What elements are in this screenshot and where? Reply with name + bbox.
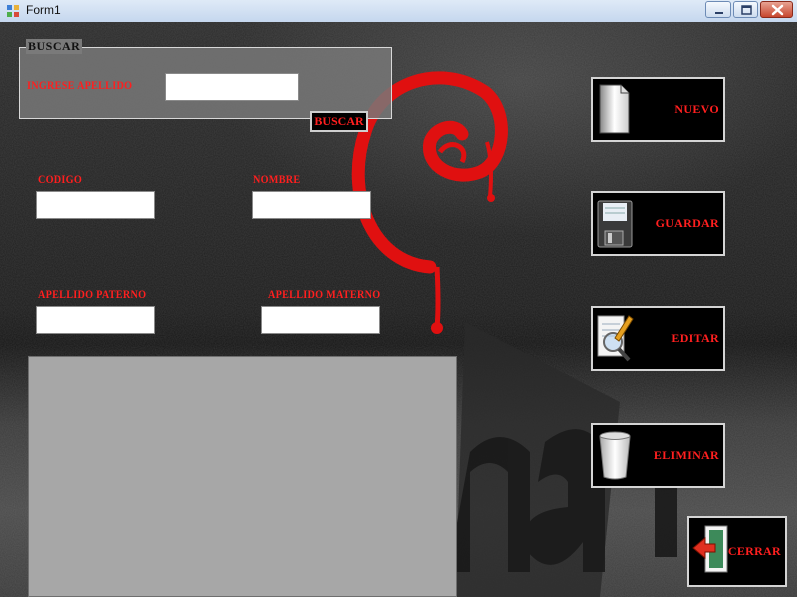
window-title: Form1 xyxy=(26,3,61,17)
search-input[interactable] xyxy=(165,73,299,101)
search-label: INGRESE APELLIDO xyxy=(27,78,133,92)
apellido-materno-label: APELLIDO MATERNO xyxy=(268,287,381,301)
form-client-area: BUSCAR INGRESE APELLIDO BUSCAR CODIGO NO… xyxy=(0,22,797,597)
editar-button[interactable]: EDITAR xyxy=(591,306,725,371)
search-groupbox: BUSCAR INGRESE APELLIDO xyxy=(19,39,392,119)
apellido-paterno-label: APELLIDO PATERNO xyxy=(38,287,147,301)
nuevo-button[interactable]: NUEVO xyxy=(591,77,725,142)
apellido-materno-field[interactable] xyxy=(261,306,380,334)
close-icon xyxy=(771,4,784,16)
maximize-button[interactable] xyxy=(733,1,758,18)
nuevo-label: NUEVO xyxy=(674,102,719,116)
exit-door-icon xyxy=(692,525,728,573)
guardar-label: GUARDAR xyxy=(655,216,719,230)
app-icon xyxy=(7,5,19,17)
data-grid[interactable] xyxy=(28,356,457,597)
editar-label: EDITAR xyxy=(671,331,719,345)
cerrar-label: CERRAR xyxy=(727,544,781,558)
floppy-disk-icon xyxy=(597,200,633,248)
search-button[interactable]: BUSCAR xyxy=(310,111,368,132)
edit-magnifier-icon xyxy=(597,315,634,362)
guardar-button[interactable]: GUARDAR xyxy=(591,191,725,256)
close-button[interactable] xyxy=(760,1,793,18)
nombre-field[interactable] xyxy=(252,191,371,219)
codigo-label: CODIGO xyxy=(38,172,83,186)
minimize-icon xyxy=(715,12,723,14)
new-document-icon xyxy=(599,84,630,134)
nombre-label: NOMBRE xyxy=(253,172,301,186)
apellido-paterno-field[interactable] xyxy=(36,306,155,334)
title-bar[interactable]: Form1 xyxy=(0,0,797,23)
main-window: Form1 BUSCAR INGRESE APELLIDO BUSCAR COD… xyxy=(0,0,797,597)
cerrar-button[interactable]: CERRAR xyxy=(687,516,787,587)
trash-bin-icon xyxy=(599,431,631,480)
search-group-title: BUSCAR xyxy=(26,39,83,54)
codigo-field[interactable] xyxy=(36,191,155,219)
minimize-button[interactable] xyxy=(705,1,731,18)
maximize-icon xyxy=(741,5,752,15)
eliminar-button[interactable]: ELIMINAR xyxy=(591,423,725,488)
eliminar-label: ELIMINAR xyxy=(653,448,719,462)
